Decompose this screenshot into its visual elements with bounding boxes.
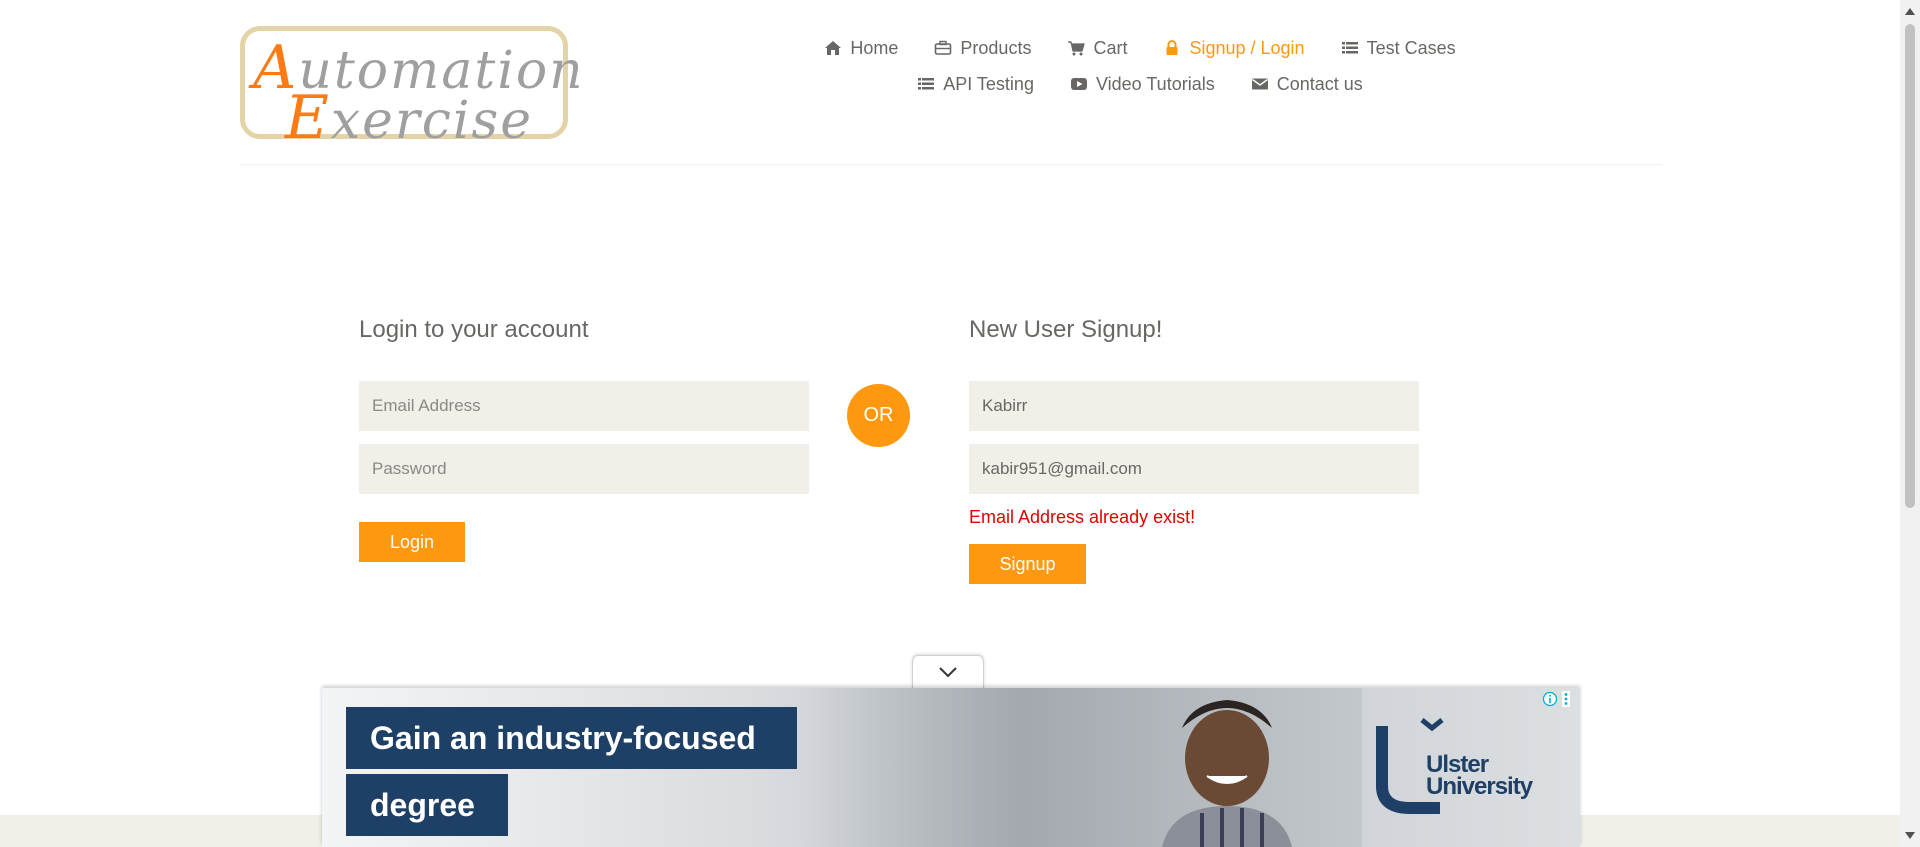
header-divider xyxy=(240,164,1662,165)
ad-info-icon[interactable] xyxy=(1542,691,1558,712)
nav-video-tutorials-label: Video Tutorials xyxy=(1095,73,1215,94)
nav-cart-label: Cart xyxy=(1093,37,1128,58)
signup-error-message: Email Address already exist! xyxy=(969,507,1196,527)
signup-title: New User Signup! xyxy=(969,316,1163,343)
nav-home-label: Home xyxy=(850,37,899,58)
nav-test-cases-label: Test Cases xyxy=(1366,37,1456,58)
scroll-up-arrow-icon[interactable] xyxy=(1905,8,1915,15)
nav-test-cases[interactable]: Test Cases xyxy=(1341,36,1456,60)
site-logo[interactable]: Automation Exercise xyxy=(240,26,583,153)
nav-contact-us-label: Contact us xyxy=(1276,73,1363,94)
nav-signup-login-label: Signup / Login xyxy=(1189,37,1305,58)
nav-signup-login[interactable]: Signup / Login xyxy=(1163,36,1305,60)
ad-info-controls xyxy=(1542,691,1570,712)
scroll-thumb[interactable] xyxy=(1905,24,1915,508)
ad-banner[interactable]: Gain an industry-focused degree Ulster U… xyxy=(322,688,1580,847)
chevron-down-icon xyxy=(939,667,957,678)
login-title: Login to your account xyxy=(359,316,589,343)
envelope-icon xyxy=(1251,78,1268,90)
youtube-play-icon xyxy=(1070,78,1087,90)
nav-home[interactable]: Home xyxy=(824,36,898,60)
home-icon xyxy=(825,41,842,55)
ad-person-image xyxy=(1162,700,1292,847)
login-button[interactable]: Login xyxy=(359,522,465,562)
signup-button[interactable]: Signup xyxy=(969,544,1086,584)
nav-contact-us[interactable]: Contact us xyxy=(1251,72,1363,96)
ad-headline-line-2: degree xyxy=(346,774,508,836)
briefcase-icon xyxy=(935,40,952,55)
login-password-input[interactable]: Password xyxy=(359,444,809,494)
nav-products[interactable]: Products xyxy=(934,36,1031,60)
page-scrollbar[interactable] xyxy=(1900,0,1920,847)
ad-brand-name: Ulster University xyxy=(1426,751,1533,800)
login-email-input[interactable]: Email Address xyxy=(359,381,809,431)
or-divider: OR xyxy=(847,384,910,447)
ad-headline-line-1: Gain an industry-focused xyxy=(346,707,797,769)
nav-api-testing-label: API Testing xyxy=(943,73,1034,94)
nav-api-testing[interactable]: API Testing xyxy=(917,72,1034,96)
signup-name-input[interactable]: Kabirr xyxy=(969,381,1419,431)
signup-email-input[interactable]: kabir951@gmail.com xyxy=(969,444,1419,494)
ad-collapse-toggle[interactable] xyxy=(912,655,984,688)
ad-brand-logo: Ulster University xyxy=(1370,716,1550,816)
cart-icon xyxy=(1068,41,1086,56)
main-nav: Home Products Cart Signup / Login Test C… xyxy=(740,36,1540,96)
nav-cart[interactable]: Cart xyxy=(1067,36,1127,60)
nav-products-label: Products xyxy=(960,37,1032,58)
list-icon xyxy=(1341,42,1358,54)
logo-line-2: Exercise xyxy=(285,83,533,153)
lock-icon xyxy=(1166,40,1178,55)
scroll-down-arrow-icon[interactable] xyxy=(1905,832,1915,839)
list-icon xyxy=(918,78,935,90)
nav-video-tutorials[interactable]: Video Tutorials xyxy=(1070,72,1215,96)
ad-menu-icon[interactable] xyxy=(1562,691,1570,712)
